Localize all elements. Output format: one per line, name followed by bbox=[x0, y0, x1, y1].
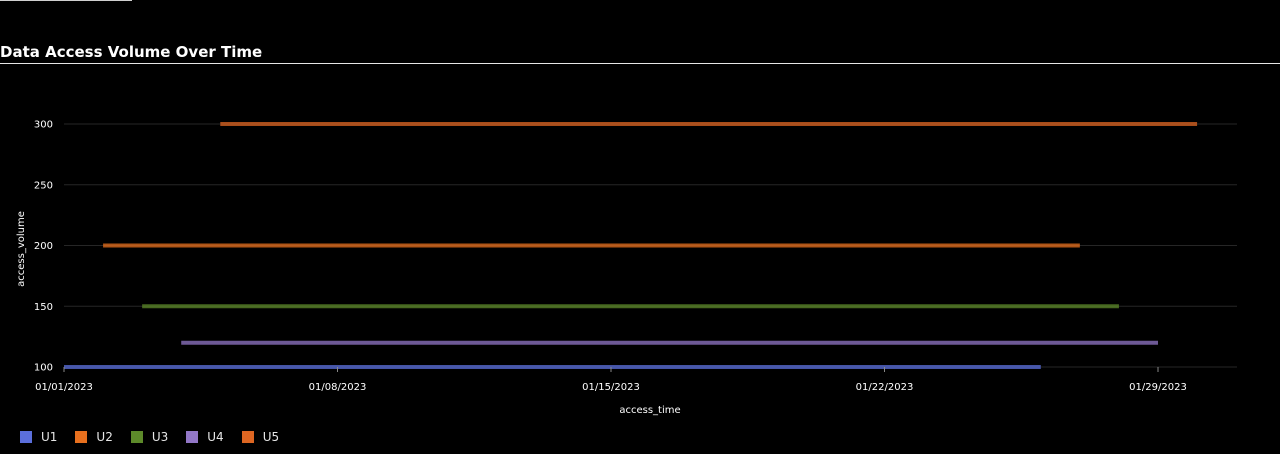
legend-item-u4[interactable]: U4 bbox=[186, 430, 224, 444]
series-lines bbox=[64, 122, 1198, 369]
x-axis-label: access_time bbox=[619, 405, 680, 416]
x-tick-label: 01/22/2023 bbox=[856, 382, 914, 393]
y-tick-label: 100 bbox=[34, 363, 53, 374]
legend-swatch bbox=[241, 431, 254, 443]
y-tick-label: 300 bbox=[34, 120, 53, 131]
legend-item-u3[interactable]: U3 bbox=[130, 430, 169, 444]
legend-label: U1 bbox=[41, 430, 58, 444]
y-axis-label: access_volume bbox=[16, 211, 27, 287]
legend-label: U2 bbox=[96, 430, 113, 444]
chart-legend: U1 U2 U3 U4 U5 bbox=[20, 430, 279, 444]
legend-label: U3 bbox=[151, 430, 169, 444]
legend-item-u5[interactable]: U5 bbox=[241, 430, 280, 444]
legend-swatch bbox=[130, 431, 143, 443]
y-tick-label: 250 bbox=[34, 180, 53, 191]
legend-label: U4 bbox=[207, 430, 224, 444]
x-tick-label: 01/08/2023 bbox=[309, 382, 367, 393]
y-axis-ticks: 100 150 200 250 300 bbox=[34, 120, 53, 374]
legend-swatch bbox=[75, 431, 88, 443]
legend-label: U5 bbox=[262, 430, 280, 444]
x-tick-label: 01/29/2023 bbox=[1129, 382, 1187, 393]
legend-swatch bbox=[20, 431, 32, 443]
x-axis-ticks: 01/01/2023 01/08/2023 01/15/2023 01/22/2023… bbox=[35, 367, 1187, 393]
legend-swatch bbox=[186, 431, 199, 443]
legend-item-u1[interactable]: U1 bbox=[20, 430, 57, 444]
y-tick-label: 150 bbox=[34, 302, 53, 313]
line-chart: 100 150 200 250 300 01/01/2023 01/08/2023 01/1… bbox=[16, 120, 1237, 416]
x-tick-label: 01/15/2023 bbox=[582, 382, 640, 393]
x-tick-label: 01/01/2023 bbox=[35, 382, 93, 393]
legend-item-u2[interactable]: U2 bbox=[75, 430, 113, 444]
y-tick-label: 200 bbox=[34, 241, 53, 252]
